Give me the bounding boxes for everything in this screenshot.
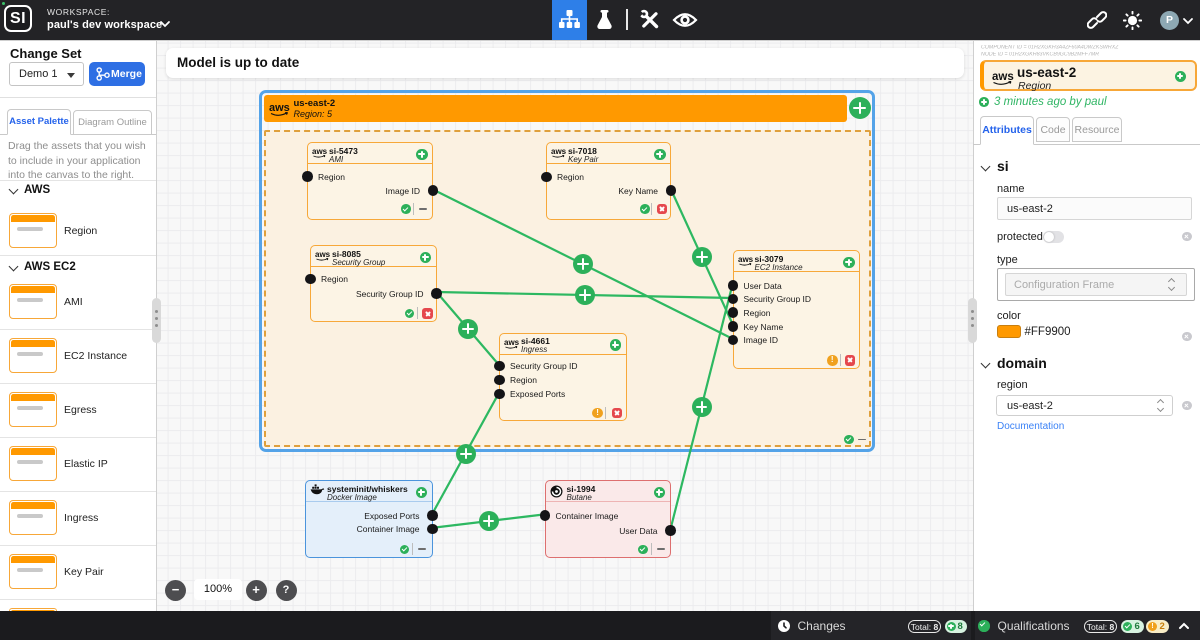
svg-text:aws: aws	[315, 250, 330, 259]
svg-text:aws: aws	[312, 147, 327, 156]
svg-text:aws: aws	[551, 147, 566, 156]
svg-text:aws: aws	[738, 255, 753, 264]
svg-text:aws: aws	[504, 338, 519, 347]
